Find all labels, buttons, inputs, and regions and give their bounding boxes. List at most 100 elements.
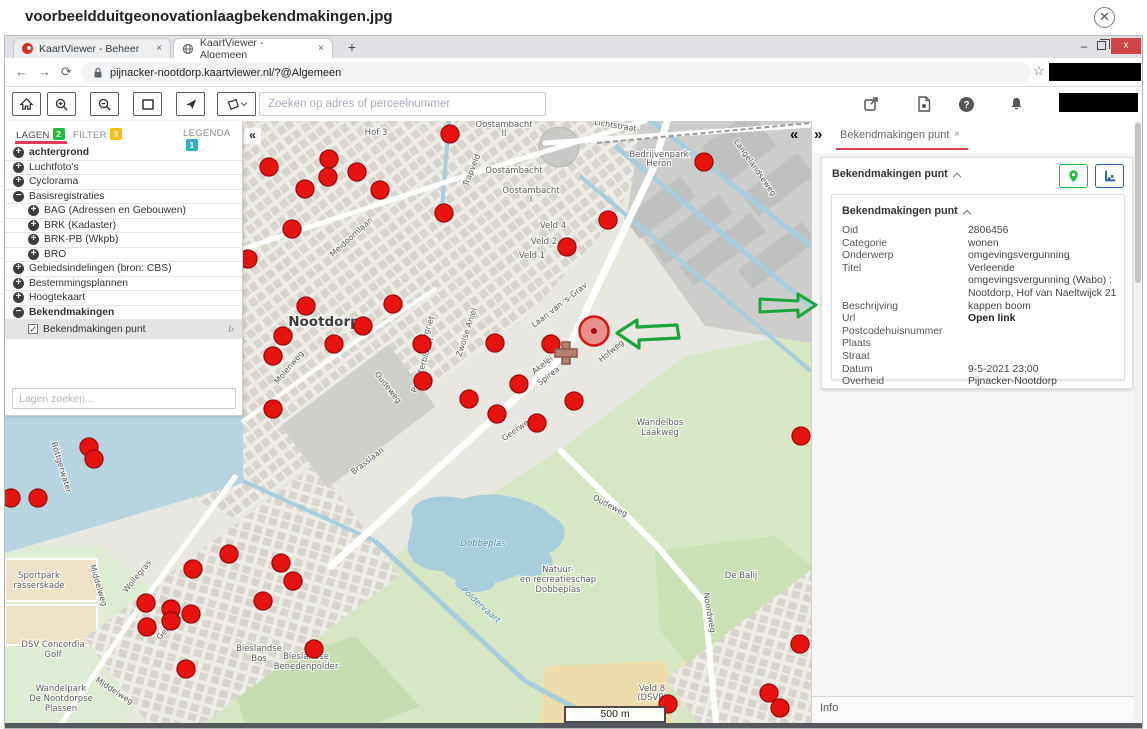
feature-detail-title[interactable]: Bekendmakingen punt bbox=[842, 205, 970, 217]
announcement-point[interactable] bbox=[792, 427, 810, 445]
info-bar[interactable]: Info bbox=[812, 696, 1141, 719]
collapse-sidebar-button[interactable]: « bbox=[244, 128, 261, 144]
announcement-point[interactable] bbox=[460, 390, 478, 408]
expand-icon[interactable]: + bbox=[28, 220, 39, 231]
expand-icon[interactable]: + bbox=[13, 263, 24, 274]
announcement-point[interactable] bbox=[177, 660, 195, 678]
zoom-out-button[interactable] bbox=[90, 92, 119, 116]
announcement-point[interactable] bbox=[348, 163, 366, 181]
help-icon[interactable]: ? bbox=[955, 93, 977, 115]
open-link[interactable]: Open link bbox=[968, 313, 1118, 326]
notifications-bell-icon[interactable] bbox=[1005, 93, 1027, 115]
layer-checkbox[interactable]: ✓ bbox=[28, 324, 38, 334]
layer-tree-item[interactable]: +Gebiedsindelingen (bron: CBS) bbox=[5, 262, 242, 277]
panel-collapse-right-icon[interactable]: » bbox=[814, 126, 822, 143]
layer-tree-item[interactable]: −Basisregistraties bbox=[5, 190, 242, 205]
expand-icon[interactable]: + bbox=[13, 162, 24, 173]
feature-card-title[interactable]: Bekendmakingen punt bbox=[832, 168, 960, 180]
tab-close-icon[interactable]: × bbox=[156, 43, 162, 54]
announcement-point[interactable] bbox=[254, 592, 272, 610]
profile-button[interactable] bbox=[1095, 164, 1124, 188]
announcement-point[interactable] bbox=[371, 181, 389, 199]
tab-close-icon[interactable]: × bbox=[318, 43, 324, 54]
expand-icon[interactable]: + bbox=[28, 249, 39, 260]
address-search-input[interactable] bbox=[259, 92, 546, 116]
announcement-point[interactable] bbox=[283, 220, 301, 238]
announcement-point[interactable] bbox=[441, 125, 459, 143]
announcement-point[interactable] bbox=[284, 572, 302, 590]
layer-tree-item[interactable]: +Hoogtekaart bbox=[5, 291, 242, 306]
tab-filter[interactable]: FILTER3 bbox=[73, 128, 122, 141]
zoom-extent-button[interactable] bbox=[133, 92, 162, 116]
announcement-point[interactable] bbox=[137, 594, 155, 612]
panel-tab-close-icon[interactable]: × bbox=[954, 129, 960, 140]
window-minimize-button[interactable]: – bbox=[1077, 39, 1091, 53]
layer-info-icon[interactable]: i› bbox=[228, 324, 234, 335]
announcement-point[interactable] bbox=[85, 450, 103, 468]
back-icon[interactable]: ← bbox=[15, 64, 28, 79]
browser-tab-beheer[interactable]: KaartViewer - Beheer × bbox=[13, 38, 171, 58]
home-button[interactable] bbox=[12, 92, 41, 116]
announcement-point[interactable] bbox=[354, 317, 372, 335]
announcement-point[interactable] bbox=[274, 327, 292, 345]
viewer-close-icon[interactable]: ✕ bbox=[1094, 7, 1115, 28]
locate-button[interactable] bbox=[176, 92, 205, 116]
layer-tree-item[interactable]: ✓Bekendmakingen punti› bbox=[5, 320, 242, 339]
layer-tree-item[interactable]: +BAG (Adressen en Gebouwen) bbox=[5, 204, 242, 219]
window-restore-button[interactable] bbox=[1097, 41, 1106, 50]
announcement-point[interactable] bbox=[510, 375, 528, 393]
announcement-point[interactable] bbox=[297, 297, 315, 315]
announcement-point[interactable] bbox=[413, 335, 431, 353]
layer-tree-item[interactable]: +achtergrond bbox=[5, 146, 242, 161]
zoom-in-button[interactable] bbox=[47, 92, 76, 116]
layer-tree-item[interactable]: +BRK-PB (Wkpb) bbox=[5, 233, 242, 248]
collapse-icon[interactable]: − bbox=[13, 307, 24, 318]
layer-search-input[interactable] bbox=[12, 388, 236, 409]
tab-lagen[interactable]: LAGEN2 bbox=[16, 128, 65, 141]
announcement-point[interactable] bbox=[486, 334, 504, 352]
expand-icon[interactable]: + bbox=[13, 176, 24, 187]
announcement-point[interactable] bbox=[182, 605, 200, 623]
bookmark-star-icon[interactable]: ☆ bbox=[1033, 63, 1045, 79]
announcement-point[interactable] bbox=[558, 238, 576, 256]
announcement-point[interactable] bbox=[414, 372, 432, 390]
announcement-point[interactable] bbox=[5, 489, 20, 507]
window-close-button[interactable]: x bbox=[1111, 38, 1141, 54]
announcement-point[interactable] bbox=[184, 560, 202, 578]
expand-icon[interactable]: + bbox=[13, 278, 24, 289]
layer-tree-item[interactable]: +Luchtfoto's bbox=[5, 161, 242, 176]
forward-icon[interactable]: → bbox=[38, 64, 51, 79]
browser-tab-algemeen[interactable]: KaartViewer - Algemeen × bbox=[173, 38, 333, 58]
zoom-to-point-button[interactable] bbox=[1059, 164, 1088, 188]
announcement-point[interactable] bbox=[260, 158, 278, 176]
announcement-point[interactable] bbox=[528, 414, 546, 432]
announcement-point[interactable] bbox=[138, 618, 156, 636]
announcement-point[interactable] bbox=[695, 153, 713, 171]
panel-tab-label[interactable]: Bekendmakingen punt bbox=[840, 129, 949, 141]
announcement-point[interactable] bbox=[320, 150, 338, 168]
expand-icon[interactable]: + bbox=[28, 205, 39, 216]
collapse-icon[interactable]: − bbox=[13, 191, 24, 202]
expand-icon[interactable]: + bbox=[13, 292, 24, 303]
announcement-point[interactable] bbox=[319, 168, 337, 186]
pdf-export-icon[interactable] bbox=[913, 93, 935, 115]
announcement-point[interactable] bbox=[29, 489, 47, 507]
announcement-point[interactable] bbox=[296, 180, 314, 198]
announcement-point[interactable] bbox=[325, 335, 343, 353]
layer-tree-item[interactable]: +BRK (Kadaster) bbox=[5, 219, 242, 234]
announcement-point[interactable] bbox=[791, 635, 809, 653]
new-tab-button[interactable]: + bbox=[343, 39, 361, 57]
expand-icon[interactable]: + bbox=[13, 147, 24, 158]
announcement-point[interactable] bbox=[220, 545, 238, 563]
layer-tree-item[interactable]: +Bestemmingsplannen bbox=[5, 277, 242, 292]
expand-icon[interactable]: + bbox=[28, 234, 39, 245]
selected-point-marker[interactable] bbox=[580, 317, 609, 346]
reload-icon[interactable]: ⟳ bbox=[61, 64, 72, 80]
announcement-point[interactable] bbox=[264, 347, 282, 365]
layer-tree-item[interactable]: +Cyclorama bbox=[5, 175, 242, 190]
url-input[interactable]: pijnacker-nootdorp.kaartviewer.nl/?@Alge… bbox=[81, 62, 1031, 83]
announcement-point[interactable] bbox=[435, 204, 453, 222]
announcement-point[interactable] bbox=[272, 554, 290, 572]
announcement-point[interactable] bbox=[264, 400, 282, 418]
announcement-point[interactable] bbox=[565, 392, 583, 410]
